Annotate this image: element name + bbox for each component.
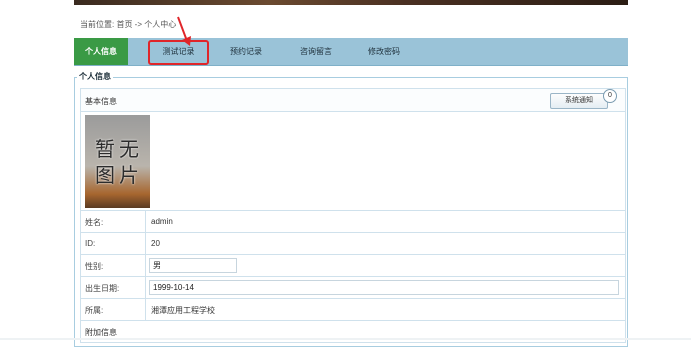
fieldset-legend: 个人信息: [77, 71, 113, 82]
nav-bar: 个人信息 测试记录 预约记录 咨询留言 修改密码: [74, 38, 628, 66]
basic-info-panel: 基本信息 系统通知 0 暂 无 图 片 姓名: admin ID: 20 性别:…: [80, 88, 626, 343]
birthday-field[interactable]: 1999-10-14: [149, 280, 619, 295]
header-banner: [74, 0, 628, 5]
extra-info-label: 附加信息: [85, 328, 117, 337]
name-row: 姓名: admin: [81, 211, 625, 233]
photo-placeholder-char: 暂: [95, 137, 115, 161]
name-value: admin: [151, 217, 173, 226]
basic-info-header: 基本信息 系统通知 0: [81, 89, 625, 112]
gender-row: 性别: 男: [81, 255, 625, 277]
tab-change-password[interactable]: 修改密码: [354, 38, 414, 65]
notification-count-badge: 0: [603, 89, 617, 103]
gender-field[interactable]: 男: [149, 258, 237, 273]
tab-appointment-records[interactable]: 预约记录: [216, 38, 276, 65]
name-label: 姓名:: [85, 218, 104, 227]
avatar: 暂 无 图 片: [85, 115, 150, 208]
gender-label: 性别:: [85, 262, 104, 271]
photo-placeholder-char: 片: [119, 163, 139, 187]
id-value: 20: [151, 239, 160, 248]
photo-row: 暂 无 图 片: [81, 112, 625, 211]
school-row: 所属: 湘潭应用工程学校: [81, 299, 625, 321]
birthday-label: 出生日期:: [85, 284, 120, 293]
photo-placeholder-char: 无: [119, 137, 139, 161]
id-label: ID:: [85, 239, 96, 248]
school-label: 所属:: [85, 306, 104, 315]
basic-info-title: 基本信息: [85, 97, 117, 106]
system-notification-button[interactable]: 系统通知: [550, 93, 608, 109]
tab-consult-messages[interactable]: 咨询留言: [286, 38, 346, 65]
school-value: 湘潭应用工程学校: [151, 306, 215, 315]
breadcrumb: 当前位置: 首页 -> 个人中心: [80, 20, 177, 29]
tab-personal-info[interactable]: 个人信息: [74, 38, 128, 65]
tab-test-records[interactable]: 测试记录: [148, 38, 209, 65]
id-row: ID: 20: [81, 233, 625, 255]
birthday-row: 出生日期: 1999-10-14: [81, 277, 625, 299]
photo-placeholder-char: 图: [95, 163, 115, 187]
